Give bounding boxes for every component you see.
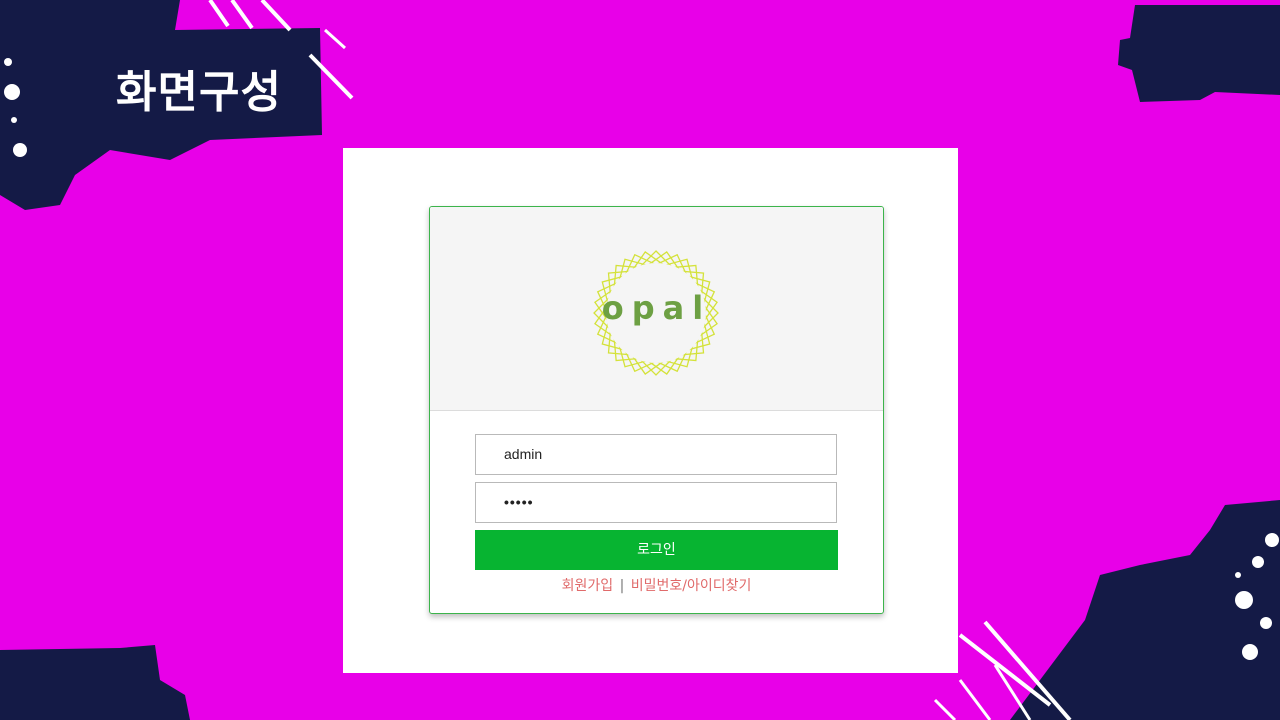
slide-title: 화면구성 (116, 67, 282, 118)
link-separator: | (619, 578, 625, 594)
username-input[interactable]: admin (475, 434, 837, 475)
find-account-link[interactable]: 비밀번호/아이디찾기 (631, 578, 752, 594)
opal-logo-text: opal (601, 289, 712, 327)
password-input[interactable]: ••••• (475, 482, 837, 523)
account-links: 회원가입 | 비밀번호/아이디찾기 (430, 575, 883, 595)
login-button[interactable]: 로그인 (475, 530, 838, 570)
login-screen: opal admin ••••• 로그인 회원가입 | 비밀번호/아이디찾기 (343, 148, 958, 673)
logo-area: opal (430, 207, 883, 411)
login-card: opal admin ••••• 로그인 회원가입 | 비밀번호/아이디찾기 (429, 206, 884, 614)
signup-link[interactable]: 회원가입 (562, 578, 614, 594)
